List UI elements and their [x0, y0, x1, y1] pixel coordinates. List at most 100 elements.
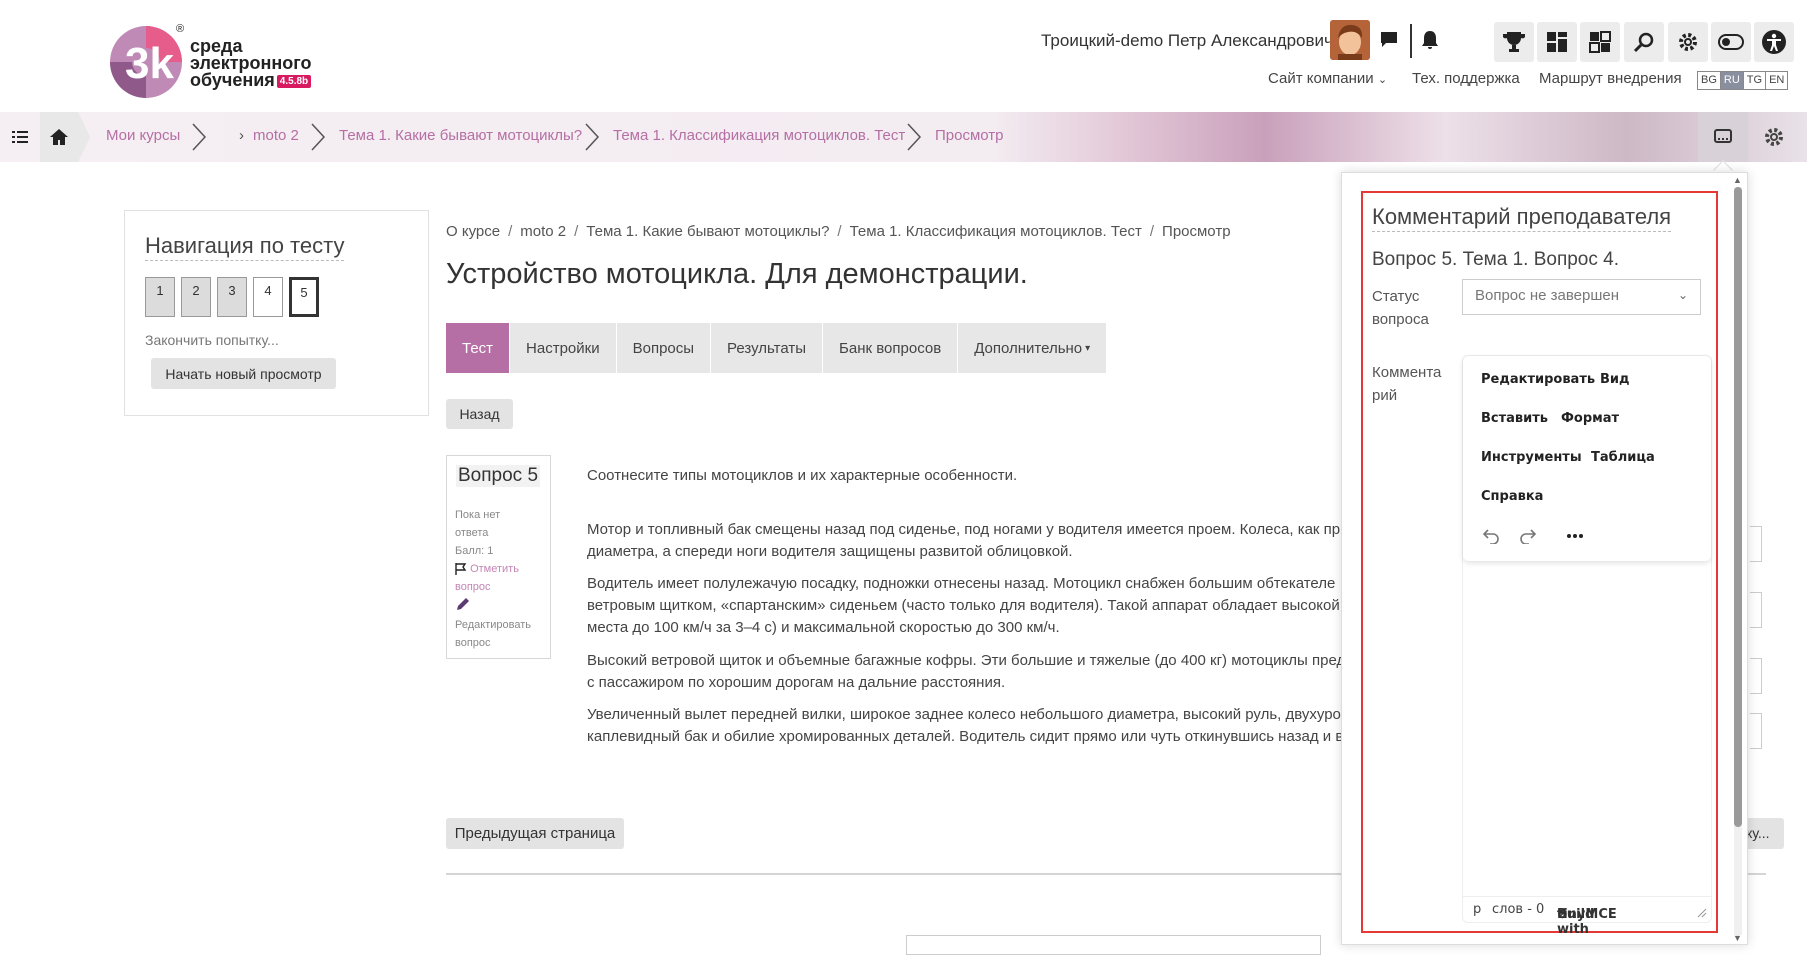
bell-icon[interactable] — [1412, 22, 1448, 58]
undo-icon[interactable] — [1479, 524, 1503, 548]
courses-button[interactable] — [1580, 22, 1620, 62]
more-icon[interactable] — [1563, 524, 1587, 548]
tab-settings[interactable]: Настройки — [510, 323, 617, 373]
accessibility-icon — [1762, 30, 1786, 54]
tab-more-label: Дополнительно — [974, 339, 1083, 357]
tab-more[interactable]: Дополнительно ▾ — [958, 323, 1108, 373]
search-button[interactable] — [1624, 22, 1664, 62]
list-icon — [12, 131, 28, 143]
chevron-right-icon — [585, 123, 600, 151]
question-status-select[interactable]: Вопрос не завершен ⌄ — [1462, 279, 1701, 315]
flag-question-link[interactable]: Отметить — [455, 560, 519, 578]
menu-format[interactable]: Формат — [1561, 411, 1619, 426]
panel-title: Комментарий преподавателя — [1372, 203, 1672, 232]
pencil-icon[interactable] — [455, 596, 471, 618]
question-paragraph-1: Мотор и топливный бак смещены назад под … — [587, 519, 1342, 563]
breadcrumb-test[interactable]: Тема 1. Классификация мотоциклов. Тест — [613, 127, 905, 144]
crumb-course[interactable]: moto 2 — [520, 223, 566, 240]
editor-menubar: Редактировать Вид Вставить Формат Инстру… — [1463, 356, 1711, 561]
comment-panel-button[interactable] — [1698, 112, 1748, 162]
breadcrumb-course[interactable]: moto 2 — [253, 127, 299, 144]
answer-select-1[interactable] — [1750, 526, 1762, 562]
element-path[interactable]: p — [1473, 902, 1481, 917]
dashboard-button[interactable] — [1537, 22, 1577, 62]
lang-tg[interactable]: TG — [1744, 72, 1767, 89]
question-paragraph-3: Высокий ветровой щиток и объемные багажн… — [587, 650, 1342, 694]
answer-select-4[interactable] — [1750, 713, 1762, 749]
page-settings-button[interactable] — [1749, 112, 1799, 162]
tab-test[interactable]: Тест — [446, 323, 511, 373]
user-name[interactable]: Троицкий-demo Петр Александрович — [1041, 31, 1333, 51]
question-button-3[interactable]: 3 — [217, 277, 247, 317]
avatar[interactable] — [1330, 20, 1370, 60]
flag-label-2[interactable]: вопрос — [455, 578, 491, 596]
status-label-2: вопроса — [1372, 311, 1429, 328]
resize-handle-icon[interactable] — [1697, 907, 1707, 922]
paragraph-4-line-1: Увеличенный вылет передней вилки, широко… — [587, 706, 1341, 723]
logo-mark-text: 3k — [125, 39, 174, 88]
word-count[interactable]: слов - 0 — [1492, 902, 1544, 917]
theme-toggle[interactable] — [1711, 22, 1751, 62]
question-buttons: 1 2 3 4 5 — [145, 277, 319, 317]
question-button-4[interactable]: 4 — [253, 277, 283, 317]
breadcrumb-my-courses[interactable]: Мои курсы — [106, 127, 180, 144]
answer-select-3[interactable] — [1750, 658, 1762, 694]
comment-editor[interactable]: Редактировать Вид Вставить Формат Инстру… — [1462, 355, 1712, 937]
paragraph-2-line-3: места до 100 км/ч за 3–4 с) и максимальн… — [587, 619, 1060, 636]
trophy-button[interactable] — [1494, 22, 1534, 62]
support-link[interactable]: Тех. поддержка — [1412, 70, 1520, 87]
page-breadcrumb: О курсе / moto 2/Тема 1. Какие бывают мото… — [446, 223, 1231, 240]
finish-attempt-link[interactable]: Закончить попытку... — [145, 332, 279, 348]
tab-question-bank[interactable]: Банк вопросов — [823, 323, 959, 373]
comment-icon — [1714, 129, 1732, 143]
route-link[interactable]: Маршрут внедрения — [1539, 70, 1682, 87]
logo-text: среда электронного обучения 4.5.8b — [190, 37, 312, 89]
question-button-5[interactable]: 5 — [289, 277, 319, 317]
menu-help[interactable]: Справка — [1481, 489, 1543, 504]
toggle-icon — [1718, 34, 1744, 50]
menu-view[interactable]: Вид — [1600, 372, 1630, 387]
edit-question-link-1[interactable]: Редактировать — [455, 616, 531, 634]
status-label-1: Статус — [1372, 288, 1420, 305]
menu-edit[interactable]: Редактировать — [1481, 372, 1595, 387]
lang-en[interactable]: EN — [1766, 72, 1787, 89]
edit-question-link-2[interactable]: вопрос — [455, 634, 491, 652]
next-page-button[interactable]: ку... — [1746, 818, 1784, 849]
gear-icon — [1765, 128, 1783, 146]
breadcrumb-topic[interactable]: Тема 1. Какие бывают мотоциклы? — [339, 127, 582, 144]
lang-bg[interactable]: BG — [1698, 72, 1721, 89]
breadcrumb-preview[interactable]: Просмотр — [935, 127, 1004, 144]
svg-text:®: ® — [176, 23, 184, 35]
menu-table[interactable]: Таблица — [1591, 450, 1655, 465]
scrollbar-thumb[interactable] — [1734, 187, 1742, 827]
crumb-about[interactable]: О курсе — [446, 223, 500, 240]
crumb-test[interactable]: Тема 1. Классификация мотоциклов. Тест — [850, 223, 1142, 240]
version-badge: 4.5.8b — [276, 74, 312, 88]
redo-icon[interactable] — [1516, 524, 1540, 548]
home-button[interactable] — [40, 112, 78, 162]
messages-icon[interactable] — [1371, 22, 1407, 58]
question-button-2[interactable]: 2 — [181, 277, 211, 317]
company-site-menu[interactable]: Сайт компании ⌄ — [1268, 70, 1387, 87]
scroll-down-icon[interactable]: ▼ — [1733, 933, 1742, 943]
tab-questions[interactable]: Вопросы — [616, 323, 712, 373]
question-button-1[interactable]: 1 — [145, 277, 175, 317]
settings-button[interactable] — [1668, 22, 1708, 62]
new-preview-button[interactable]: Начать новый просмотр — [151, 358, 336, 389]
page-title: Устройство мотоцикла. Для демонстрации. — [446, 258, 1028, 290]
menu-insert[interactable]: Вставить — [1481, 411, 1548, 426]
teacher-comment-panel: Комментарий преподавателя Вопрос 5. Тема… — [1341, 172, 1748, 945]
paragraph-3-line-1: Высокий ветровой щиток и объемные багажн… — [587, 652, 1342, 669]
answer-select-2[interactable] — [1750, 592, 1762, 628]
drawer-toggle[interactable] — [0, 112, 40, 162]
lang-ru[interactable]: RU — [1720, 72, 1744, 89]
menu-tools[interactable]: Инструменты — [1481, 450, 1582, 465]
accessibility-button[interactable] — [1754, 22, 1794, 62]
previous-page-button[interactable]: Предыдущая страница — [446, 818, 624, 849]
scroll-up-icon[interactable]: ▲ — [1733, 175, 1742, 185]
back-button[interactable]: Назад — [446, 399, 513, 429]
panel-scrollbar[interactable] — [1734, 187, 1742, 935]
bottom-input[interactable] — [906, 935, 1321, 955]
crumb-topic[interactable]: Тема 1. Какие бывают мотоциклы? — [586, 223, 829, 240]
tab-results[interactable]: Результаты — [711, 323, 824, 373]
